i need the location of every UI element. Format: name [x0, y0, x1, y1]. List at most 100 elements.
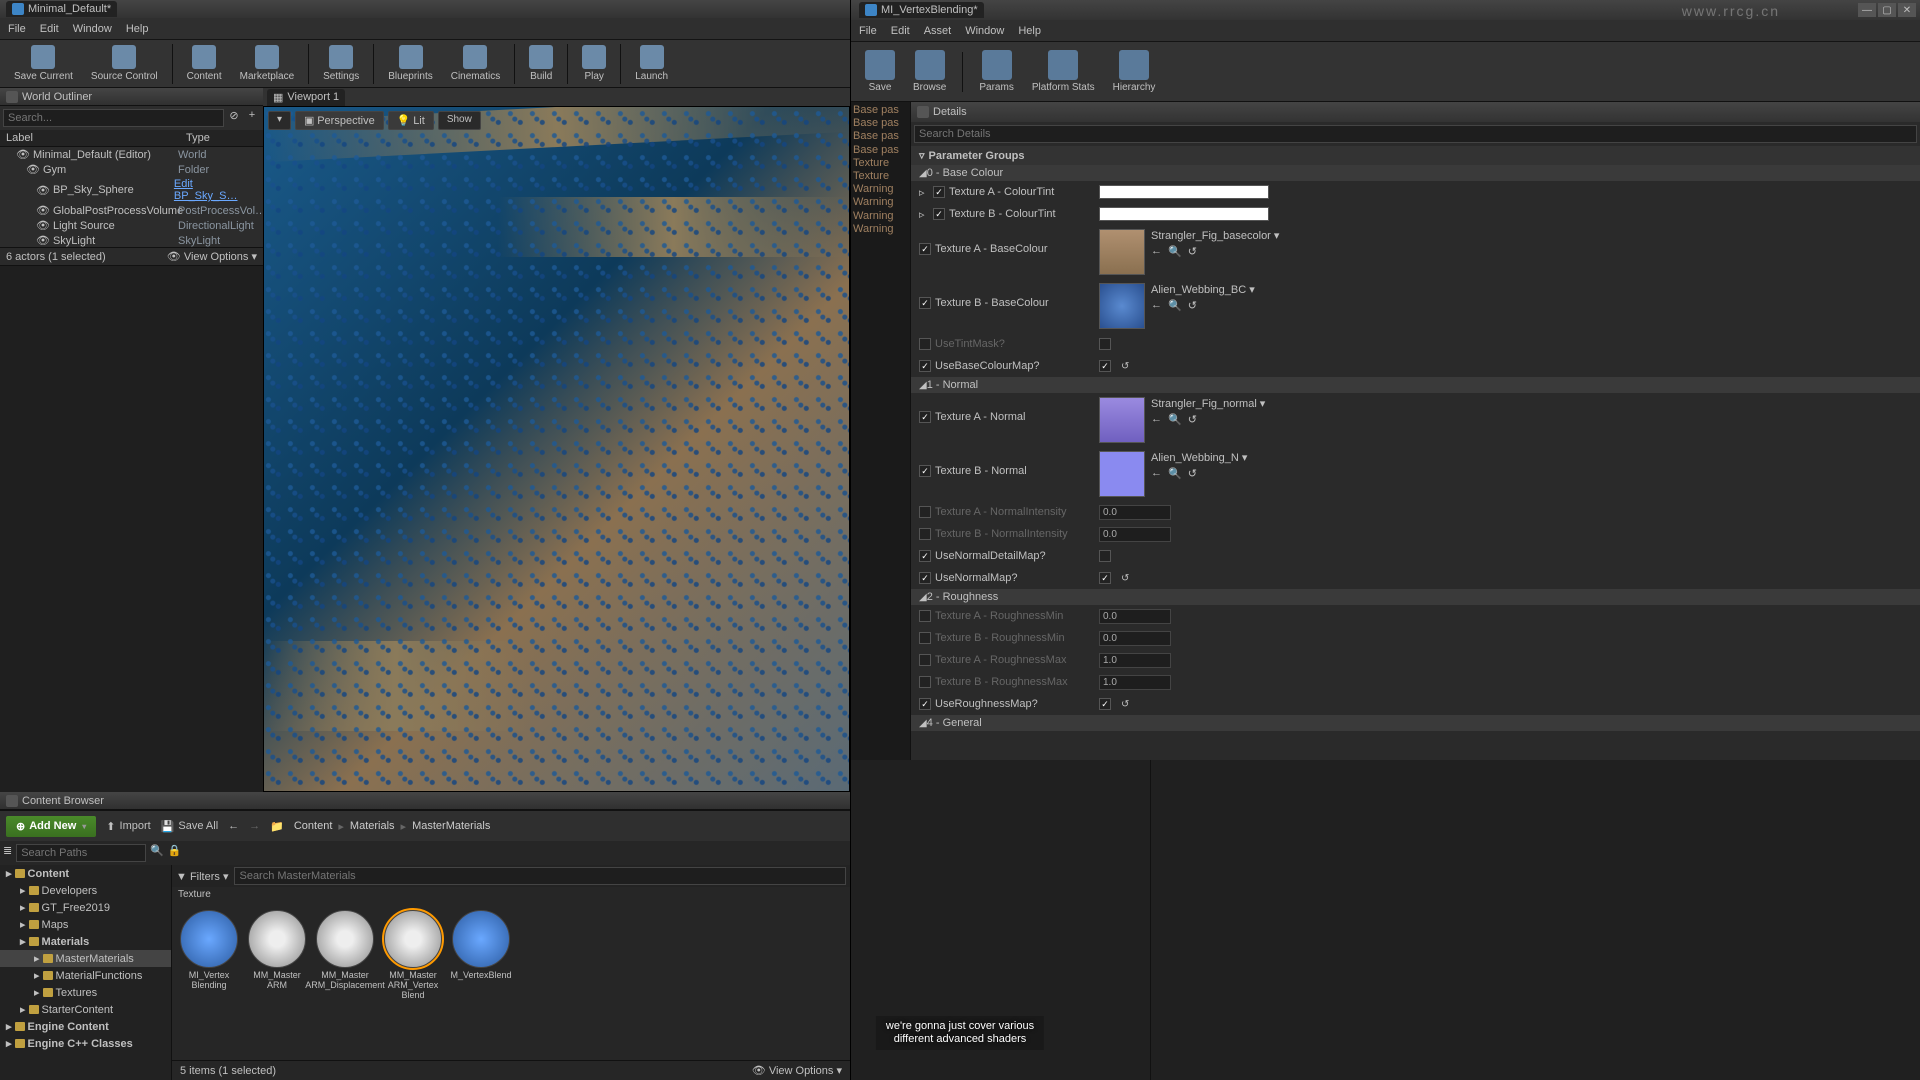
menu-edit[interactable]: Edit [40, 23, 59, 35]
nav-back-icon[interactable]: ← [228, 820, 239, 832]
asset-card[interactable]: MM_Master ARM_Vertex Blend [384, 910, 442, 1001]
me-toolbar-save[interactable]: Save [859, 48, 901, 95]
tree-row[interactable]: 👁GymFolder [0, 162, 263, 177]
close-button[interactable]: ✕ [1898, 3, 1916, 17]
section-base-colour[interactable]: ◢ 0 - Base Colour [911, 165, 1920, 181]
asset-card[interactable]: M_VertexBlend [452, 910, 510, 981]
search-paths-input[interactable] [16, 844, 146, 862]
me-toolbar-hierarchy[interactable]: Hierarchy [1107, 48, 1162, 95]
search-icon[interactable]: 🔍 [150, 844, 164, 862]
outliner-view-options[interactable]: 👁 View Options ▾ [167, 250, 257, 263]
sources-item[interactable]: ▸MaterialFunctions [0, 967, 171, 984]
content-browser-header[interactable]: Content Browser [0, 792, 850, 810]
details-header[interactable]: Details [911, 102, 1920, 122]
viewport-lit-button[interactable]: 💡 Lit [388, 111, 434, 130]
sources-item[interactable]: ▸StarterContent [0, 1001, 171, 1018]
sources-item[interactable]: ▸Content [0, 865, 171, 882]
tree-row[interactable]: 👁Light SourceDirectionalLight [0, 218, 263, 233]
toolbar-build[interactable]: Build [521, 43, 561, 84]
world-outliner-header[interactable]: World Outliner [0, 88, 263, 106]
toolbar-save-current[interactable]: Save Current [6, 43, 81, 84]
me-toolbar-platform-stats[interactable]: Platform Stats [1026, 48, 1101, 95]
me-menu-edit[interactable]: Edit [891, 25, 910, 37]
crumb-materials[interactable]: Materials [350, 820, 395, 832]
tree-row[interactable]: 👁SkyLightSkyLight [0, 233, 263, 247]
val-usebasecolour[interactable] [1099, 360, 1111, 372]
tex-a-normal-thumb[interactable] [1099, 397, 1145, 443]
add-new-button[interactable]: ⊕ Add New ▾ [6, 816, 96, 837]
details-body[interactable]: ▿ Parameter Groups ◢ 0 - Base Colour ▹Te… [911, 146, 1920, 760]
sources-toggle-icon[interactable]: ≣ [3, 844, 12, 862]
me-toolbar-params[interactable]: Params [973, 48, 1019, 95]
main-title-tab[interactable]: Minimal_Default* [6, 1, 117, 17]
sources-item[interactable]: ▸Materials [0, 933, 171, 950]
asset-card[interactable]: MI_Vertex Blending [180, 910, 238, 991]
colour-tint-a-swatch[interactable] [1099, 185, 1269, 199]
chk-usebasecolour[interactable] [919, 360, 931, 372]
filters-button[interactable]: ▼ Filters ▾ [176, 870, 228, 883]
normal-int-b-input[interactable] [1099, 527, 1171, 542]
sources-item[interactable]: ▸Engine C++ Classes [0, 1035, 171, 1052]
crumb-content[interactable]: Content [294, 820, 333, 832]
sources-item[interactable]: ▸MasterMaterials [0, 950, 171, 967]
cb-view-options[interactable]: 👁 View Options ▾ [752, 1064, 842, 1077]
outliner-add-icon[interactable]: + [244, 109, 260, 127]
viewport-tab-1[interactable]: ▦ Viewport 1 [267, 89, 345, 106]
menu-window[interactable]: Window [73, 23, 112, 35]
sources-item[interactable]: ▸GT_Free2019 [0, 899, 171, 916]
sources-item[interactable]: ▸Maps [0, 916, 171, 933]
normal-int-a-input[interactable] [1099, 505, 1171, 520]
tree-row[interactable]: 👁GlobalPostProcessVolumePostProcessVol… [0, 203, 263, 218]
use-icon[interactable]: ← [1151, 245, 1162, 258]
asset-card[interactable]: MM_Master ARM_Displacement [316, 910, 374, 991]
chevron-down-icon[interactable]: ▾ [1249, 283, 1255, 296]
sources-item[interactable]: ▸Engine Content [0, 1018, 171, 1035]
lock-icon[interactable]: 🔒 [168, 844, 182, 862]
chk-tex-b-n[interactable] [919, 465, 931, 477]
reset-icon[interactable]: ↺ [1121, 361, 1129, 372]
viewport-show-button[interactable]: Show [438, 111, 481, 130]
toolbar-marketplace[interactable]: Marketplace [232, 43, 302, 84]
section-roughness[interactable]: ◢ 2 - Roughness [911, 589, 1920, 605]
menu-help[interactable]: Help [126, 23, 149, 35]
sources-item[interactable]: ▸Textures [0, 984, 171, 1001]
chk-tex-b-bc[interactable] [919, 297, 931, 309]
me-menu-asset[interactable]: Asset [924, 25, 952, 37]
tree-row[interactable]: 👁BP_Sky_SphereEdit BP_Sky_S… [0, 177, 263, 203]
graph-preview-sliver[interactable]: Base pasBase pasBase pasBase pasTextureT… [851, 102, 911, 760]
toolbar-launch[interactable]: Launch [627, 43, 676, 84]
folder-icon[interactable]: 📁 [270, 820, 284, 833]
reset-icon[interactable]: ↺ [1188, 245, 1197, 258]
col-header-label[interactable]: Label [0, 130, 180, 146]
chevron-down-icon[interactable]: ▾ [1260, 397, 1266, 410]
val-usetintmask[interactable] [1099, 338, 1111, 350]
section-normal[interactable]: ◢ 1 - Normal [911, 377, 1920, 393]
parameter-groups-header[interactable]: ▿ Parameter Groups [911, 146, 1920, 165]
chevron-down-icon[interactable]: ▾ [1274, 229, 1280, 242]
details-search-input[interactable] [914, 125, 1917, 143]
crumb-master[interactable]: MasterMaterials [412, 820, 490, 832]
asset-card[interactable]: MM_Master ARM [248, 910, 306, 991]
toolbar-blueprints[interactable]: Blueprints [380, 43, 440, 84]
chk-tex-a-bc[interactable] [919, 243, 931, 255]
viewport-perspective-button[interactable]: ▣ Perspective [295, 111, 384, 130]
me-title-tab[interactable]: MI_VertexBlending* [859, 2, 984, 18]
me-menu-file[interactable]: File [859, 25, 877, 37]
minimize-button[interactable]: — [1858, 3, 1876, 17]
toolbar-source-control[interactable]: Source Control [83, 43, 166, 84]
me-toolbar-browse[interactable]: Browse [907, 48, 952, 95]
tex-b-normal-thumb[interactable] [1099, 451, 1145, 497]
chk-tint-a[interactable] [933, 186, 945, 198]
colour-tint-b-swatch[interactable] [1099, 207, 1269, 221]
chevron-down-icon[interactable]: ▾ [1242, 451, 1248, 464]
toolbar-play[interactable]: Play [574, 43, 614, 84]
nav-fwd-icon[interactable]: → [249, 820, 260, 832]
col-header-type[interactable]: Type [180, 130, 263, 146]
sources-item[interactable]: ▸Developers [0, 882, 171, 899]
menu-file[interactable]: File [8, 23, 26, 35]
me-menu-help[interactable]: Help [1018, 25, 1041, 37]
viewport-canvas[interactable]: ▾ ▣ Perspective 💡 Lit Show [263, 106, 850, 792]
import-button[interactable]: ⬆ Import [106, 820, 150, 833]
tree-row[interactable]: 👁Minimal_Default (Editor)World [0, 147, 263, 162]
toolbar-settings[interactable]: Settings [315, 43, 367, 84]
